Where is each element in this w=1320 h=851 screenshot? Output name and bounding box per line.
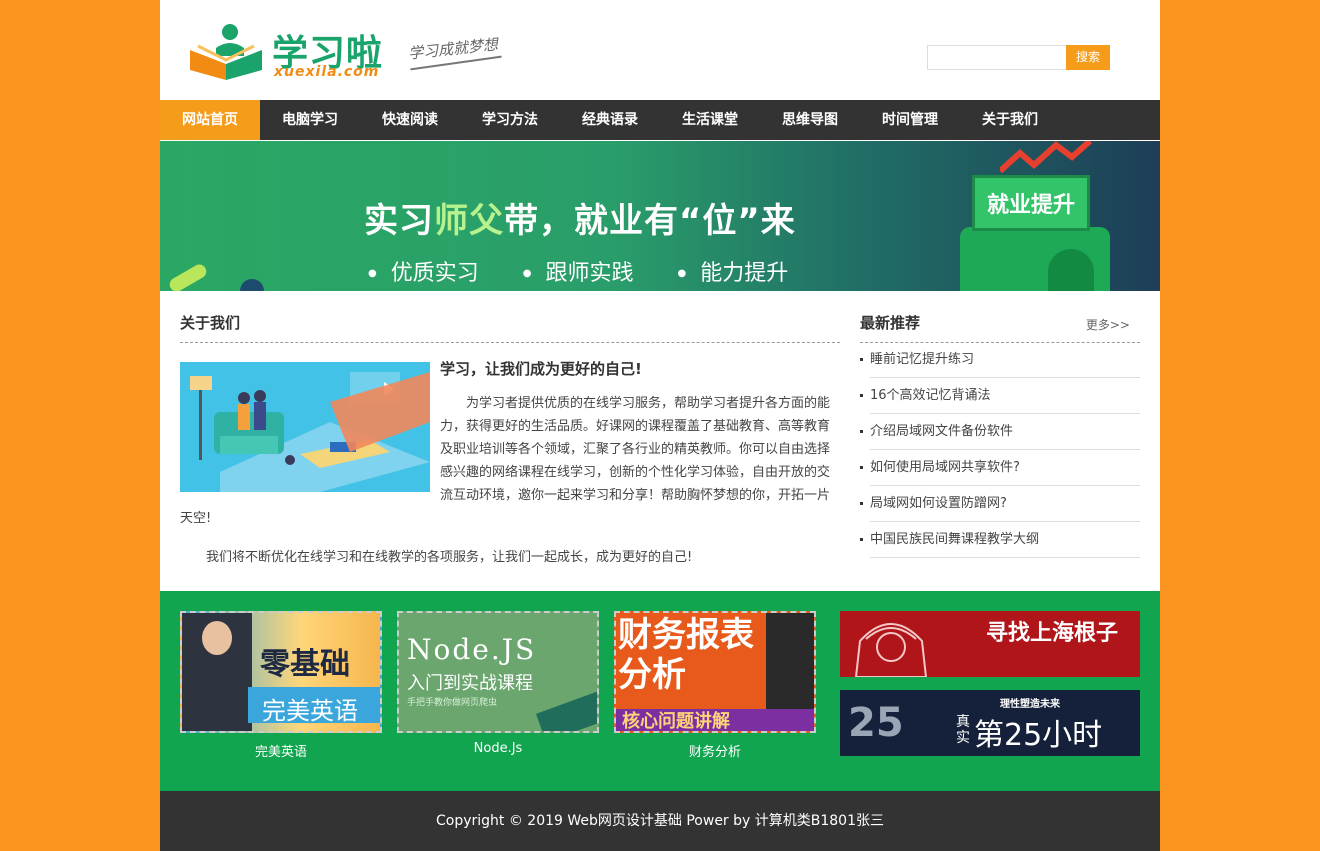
nav-item-about[interactable]: 关于我们 [960,100,1060,140]
recommend-item[interactable]: 中国民族民间舞课程教学大纲 [860,522,1140,558]
podium-arch [1048,249,1094,291]
soldier-portrait-icon [854,623,928,677]
course-banner-title: 财务报表分析 [618,615,754,695]
course-card-nodejs[interactable]: Node.JS 入门到实战课程 手把手教你做网页爬虫 Node.Js [397,611,599,756]
course-banner-note: 手把手教你做网页爬虫 [407,698,498,708]
nav-item-mindmap[interactable]: 思维导图 [760,100,860,140]
course-card-finance[interactable]: 财务报表分析 核心问题讲解 财务分析 [614,611,816,760]
recommend-item[interactable]: 16个高效记忆背诵法 [860,378,1140,414]
ad-banner-25th-hour[interactable]: 25 理性塑造未来 真实 第25小时 [840,690,1140,756]
recommend-item[interactable]: 介绍局域网文件备份软件 [860,414,1140,450]
book-reader-icon [190,24,262,80]
course-card-english[interactable]: 零基础 完美英语 完美英语 [180,611,382,760]
nav-item-computer[interactable]: 电脑学习 [260,100,360,140]
ad-text: 第25小时 [974,718,1103,753]
ad-banner-shanghai[interactable]: 寻找上海根子 [840,611,1140,677]
course-thumbnail[interactable]: 零基础 完美英语 [180,611,382,733]
page: 学习啦 xuexila.com 学习成就梦想 搜索 网站首页 电脑学习 快速阅读… [160,0,1160,851]
course-thumbnail[interactable]: Node.JS 入门到实战课程 手把手教你做网页爬虫 [397,611,599,733]
about-content: 学习，让我们成为更好的自己! 为学习者提供优质的在线学习服务，帮助学习者提升各方… [180,358,830,569]
banner-badge: 就业提升 [986,193,1075,218]
banner-point: 跟师实践 [523,255,633,287]
course-thumbnail[interactable]: 财务报表分析 核心问题讲解 [614,611,816,733]
banner-point: 优质实习 [368,255,479,287]
recommend-item[interactable]: 睡前记忆提升练习 [860,342,1140,378]
nav-item-life[interactable]: 生活课堂 [660,100,760,140]
about-heading: 关于我们 [180,312,840,343]
recommend-list: 睡前记忆提升练习 16个高效记忆背诵法 介绍局域网文件备份软件 如何使用局域网共… [860,342,1140,558]
footer: Copyright © 2019 Web网页设计基础 Power by 计算机类… [160,791,1160,851]
header: 学习啦 xuexila.com 学习成就梦想 搜索 [160,0,1160,100]
banner-title-highlight: 师父 [434,201,504,241]
book-shape [535,689,597,731]
course-banner-sub: 核心问题讲解 [622,711,730,732]
recommend-heading: 最新推荐 [860,314,921,332]
course-label[interactable]: Node.Js [397,741,599,756]
teacher-face [202,621,232,655]
banner-decoration [167,261,209,291]
course-banner-title: 零基础 [260,647,350,682]
banner-title-part1: 实习 [364,201,434,241]
search-input[interactable] [927,45,1074,70]
banner-title: 实习师父带，就业有“位”来 [364,193,796,242]
main-nav: 网站首页 电脑学习 快速阅读 学习方法 经典语录 生活课堂 思维导图 时间管理 … [160,100,1160,140]
nav-item-home[interactable]: 网站首页 [160,100,260,140]
about-paragraph: 我们将不断优化在线学习和在线教学的各项服务，让我们一起成长，成为更好的自己! [206,550,693,565]
ad-logo-25: 25 [848,700,904,746]
ad-small-text: 理性塑造未来 [1000,699,1060,710]
logo-domain: xuexila.com [274,64,380,80]
banner-point: 能力提升 [678,255,788,287]
copyright-text: Copyright © 2019 Web网页设计基础 Power by 计算机类… [436,813,884,829]
recommend-item[interactable]: 如何使用局域网共享软件? [860,450,1140,486]
courses-band: 零基础 完美英语 完美英语 Node.JS 入门到实战课程 手把手教你做网页爬虫… [160,591,1160,791]
more-link[interactable]: 更多>> [1086,316,1130,333]
course-banner-title: Node.JS [407,633,537,666]
banner-title-part2: 带，就业有“位”来 [504,201,796,241]
banner-points: 优质实习 跟师实践 能力提升 [368,255,789,287]
banner-decoration-dot [240,279,264,291]
course-banner-sub: 入门到实战课程 [407,673,533,694]
recommend-header: 最新推荐 更多>> [860,312,1140,343]
recommend-item[interactable]: 局域网如何设置防蹭网? [860,486,1140,522]
site-logo[interactable]: 学习啦 xuexila.com [186,20,386,84]
nav-item-methods[interactable]: 学习方法 [460,100,560,140]
nav-item-speed-reading[interactable]: 快速阅读 [360,100,460,140]
hero-banner[interactable]: 实习师父带，就业有“位”来 优质实习 跟师实践 能力提升 就业提升 [160,141,1160,291]
course-label[interactable]: 财务分析 [614,741,816,760]
ad-text: 寻找上海根子 [986,621,1119,646]
nav-item-quotes[interactable]: 经典语录 [560,100,660,140]
ad-prefix: 真实 [956,714,970,746]
search-button[interactable]: 搜索 [1066,45,1110,70]
growth-arrow-icon [1000,141,1092,174]
nav-item-time[interactable]: 时间管理 [860,100,960,140]
course-label[interactable]: 完美英语 [180,741,382,760]
course-banner-sub: 完美英语 [262,697,358,725]
